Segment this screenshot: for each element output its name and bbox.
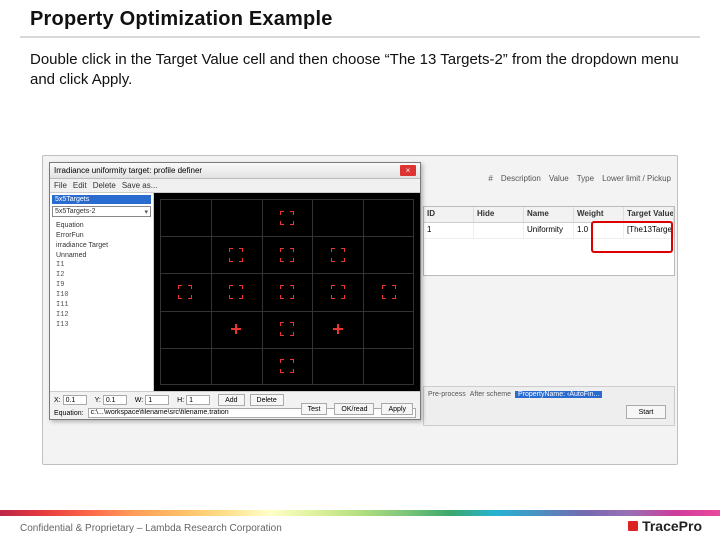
close-icon[interactable]: ×: [400, 165, 416, 176]
dialog-footer: X:0.1 Y:0.1 W:1 H:1 Add Delete Equation:…: [50, 391, 420, 419]
th-target: Target Value: [624, 207, 674, 222]
input-h[interactable]: 1: [186, 395, 210, 405]
target-icon: [280, 211, 294, 225]
tab-pre[interactable]: Pre-process: [428, 391, 466, 398]
input-y[interactable]: 0.1: [103, 395, 127, 405]
opt-col-limit: Lower limit / Pickup: [602, 174, 671, 183]
targets-table: ID Hide Name Weight Target Value 1 Unifo…: [423, 206, 675, 276]
tab-prop[interactable]: PropertyName: ‹AutoFin...: [515, 391, 602, 398]
slide-root: Property Optimization Example Double cli…: [0, 0, 720, 540]
label-w: W:: [135, 397, 143, 404]
opt-tabs: Pre-process After scheme PropertyName: ‹…: [424, 387, 674, 401]
tree-item[interactable]: I11: [56, 300, 153, 310]
add-button[interactable]: Add: [218, 394, 244, 406]
tracepro-logo: TracePro: [628, 518, 702, 534]
target-grid: [160, 199, 414, 385]
opt-bottom-panel: Pre-process After scheme PropertyName: ‹…: [423, 386, 675, 426]
tree-item[interactable]: I2: [56, 270, 153, 280]
dialog-action-buttons: Test OK/read Apply: [301, 403, 416, 415]
dialog-title: Irradiance uniformity target: profile de…: [54, 166, 202, 175]
cell-weight: 1.0: [574, 223, 624, 239]
logo-text: TracePro: [642, 518, 702, 534]
tree-item[interactable]: I1: [56, 260, 153, 270]
dialog-menu: File Edit Delete Save as...: [50, 179, 420, 193]
menu-delete[interactable]: Delete: [93, 181, 116, 190]
instruction-text: Double click in the Target Value cell an…: [0, 38, 720, 95]
target-icon: [178, 285, 192, 299]
input-w[interactable]: 1: [145, 395, 169, 405]
target-icon: [229, 285, 243, 299]
tree-item[interactable]: I12: [56, 310, 153, 320]
opt-col-desc: Description: [501, 174, 541, 183]
tree-item[interactable]: Equation: [56, 220, 153, 230]
opt-col-num: #: [488, 174, 492, 183]
confidential-text: Confidential & Proprietary – Lambda Rese…: [20, 523, 282, 534]
target-icon: [382, 285, 396, 299]
tree-item[interactable]: Unnamed: [56, 250, 153, 260]
target-icon: [331, 248, 345, 262]
input-x[interactable]: 0.1: [63, 395, 87, 405]
menu-edit[interactable]: Edit: [73, 181, 87, 190]
delete-button[interactable]: Delete: [250, 394, 284, 406]
cell-id: 1: [424, 223, 474, 239]
table-header-row: ID Hide Name Weight Target Value: [424, 207, 674, 223]
apply-button[interactable]: Apply: [381, 403, 413, 415]
logo-suffix: Pro: [679, 518, 702, 534]
dropdown-selected[interactable]: 5x5Targets: [52, 195, 151, 204]
logo-square-icon: [628, 521, 638, 531]
target-grid-canvas[interactable]: [154, 193, 420, 391]
label-y: Y:: [95, 397, 101, 404]
target-icon: [331, 285, 345, 299]
cell-name: Uniformity: [524, 223, 574, 239]
label-x: X:: [54, 397, 61, 404]
cell-hide: [474, 223, 524, 239]
tree-item[interactable]: ErrorFun: [56, 230, 153, 240]
dropdown-option[interactable]: 5x5Targets-2 ▾: [52, 206, 151, 217]
th-id: ID: [424, 207, 474, 222]
screenshot-container: # Description Value Type Lower limit / P…: [42, 155, 678, 465]
path-label: Equation:: [54, 410, 84, 417]
rainbow-divider: [0, 510, 720, 516]
opt-col-val: Value: [549, 174, 569, 183]
menu-file[interactable]: File: [54, 181, 67, 190]
dropdown-option-label: 5x5Targets-2: [55, 208, 95, 215]
slide-title: Property Optimization Example: [30, 8, 696, 31]
tab-after[interactable]: After scheme: [470, 391, 511, 398]
target-icon: [280, 322, 294, 336]
chevron-down-icon: ▾: [144, 208, 148, 216]
dialog-body: 5x5Targets 5x5Targets-2 ▾ Equation Error…: [50, 193, 420, 391]
tree-item[interactable]: irradiance Target: [56, 240, 153, 250]
th-hide: Hide: [474, 207, 524, 222]
ok-button[interactable]: OK/read: [334, 403, 374, 415]
target-icon: [280, 285, 294, 299]
logo-prefix: Trace: [642, 518, 679, 534]
dialog-titlebar: Irradiance uniformity target: profile de…: [50, 163, 420, 179]
start-button[interactable]: Start: [626, 405, 666, 419]
tree-item[interactable]: I10: [56, 290, 153, 300]
target-plus-icon: [229, 322, 243, 336]
target-icon: [229, 248, 243, 262]
tree-panel: 5x5Targets 5x5Targets-2 ▾ Equation Error…: [50, 193, 154, 391]
target-icon: [280, 359, 294, 373]
target-icon: [280, 248, 294, 262]
th-weight: Weight: [574, 207, 624, 222]
th-name: Name: [524, 207, 574, 222]
opt-header-row: # Description Value Type Lower limit / P…: [488, 174, 671, 183]
opt-col-type: Type: [577, 174, 594, 183]
profile-definer-dialog: Irradiance uniformity target: profile de…: [49, 162, 421, 420]
slide-footer: Confidential & Proprietary – Lambda Rese…: [0, 496, 720, 540]
tree-list: Equation ErrorFun irradiance Target Unna…: [50, 220, 153, 330]
menu-saveas[interactable]: Save as...: [122, 181, 158, 190]
table-row[interactable]: 1 Uniformity 1.0 [The13Targets-2]: [424, 223, 674, 239]
label-h: H:: [177, 397, 184, 404]
target-plus-icon: [331, 322, 345, 336]
tree-item[interactable]: I9: [56, 280, 153, 290]
tree-item[interactable]: I13: [56, 320, 153, 330]
test-button[interactable]: Test: [301, 403, 328, 415]
title-bar: Property Optimization Example: [0, 0, 720, 33]
cell-target-value[interactable]: [The13Targets-2]: [624, 223, 674, 239]
